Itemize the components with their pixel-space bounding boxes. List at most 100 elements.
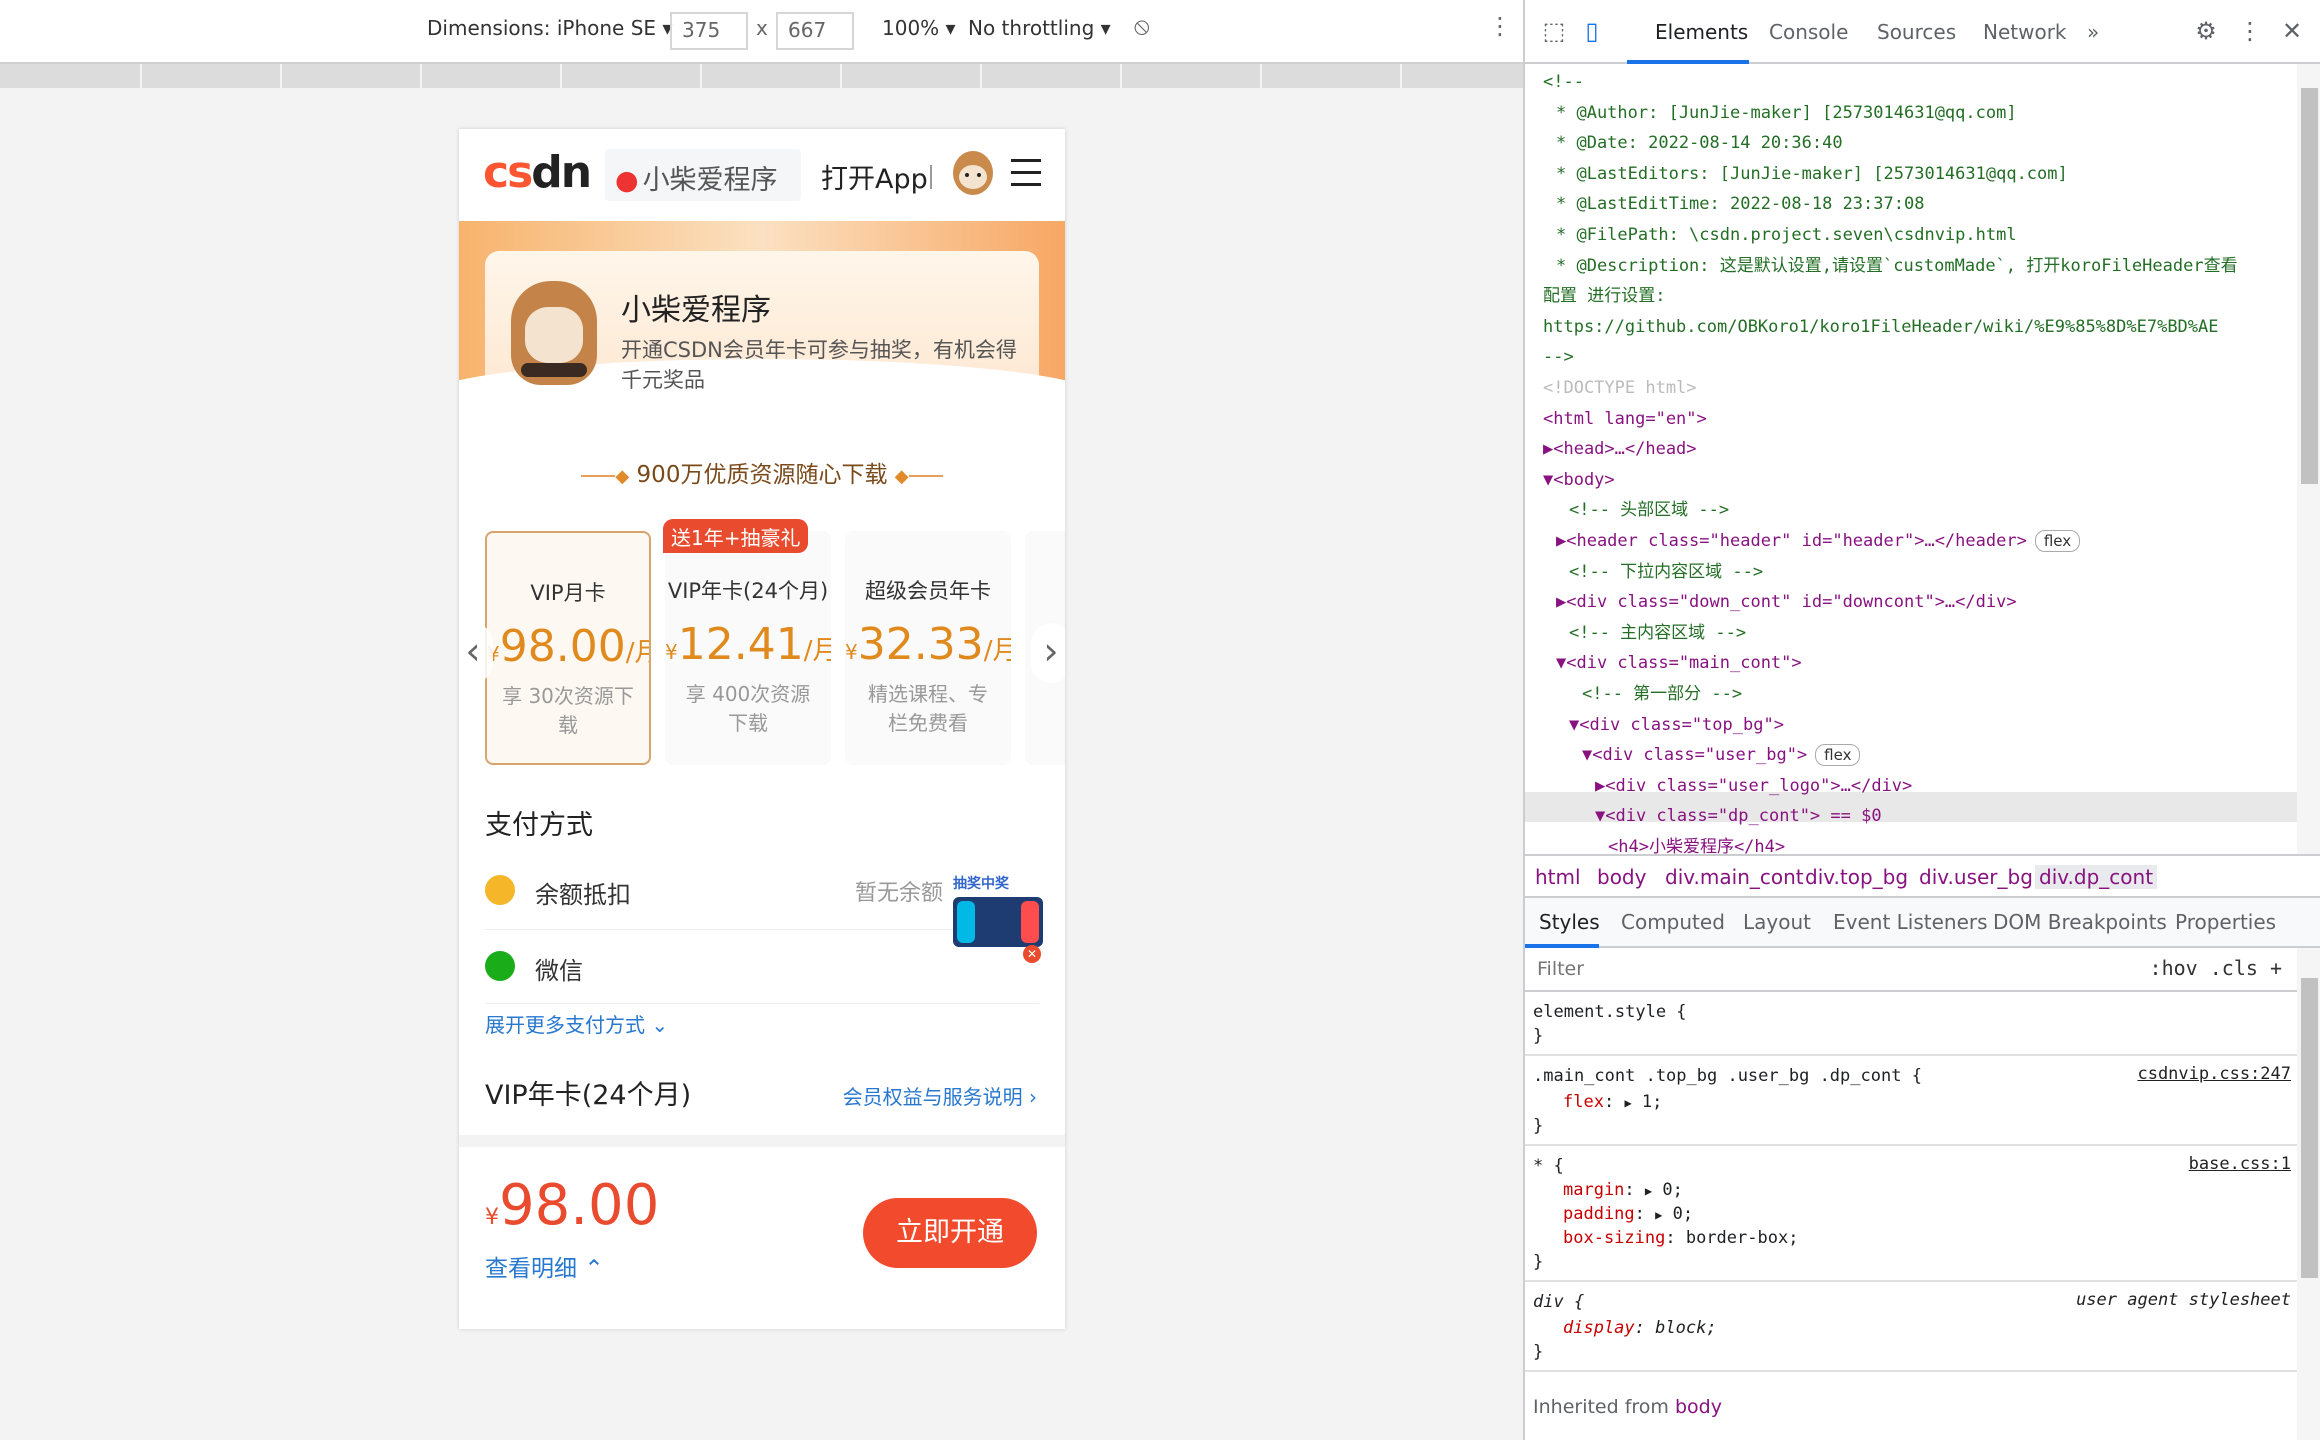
dom-node-line[interactable]: <!DOCTYPE html> xyxy=(1543,376,1697,400)
currency: ¥ xyxy=(845,640,858,664)
dom-node-line[interactable]: * @LastEditors: [JunJie-maker] [25730146… xyxy=(1556,162,2068,186)
filter-tools[interactable]: :hov .cls + xyxy=(2150,956,2282,980)
view-detail-link[interactable]: 查看明细 ⌃ xyxy=(485,1249,604,1283)
rule2-declaration-box-sizing[interactable]: box-sizing: border-box; xyxy=(1563,1226,1798,1250)
throttling-select[interactable]: No throttling ▾ xyxy=(968,16,1111,40)
dom-node-line[interactable]: ▶<header class="header" id="header">…</h… xyxy=(1556,529,2081,553)
plan-card-monthly[interactable]: VIP月卡 ¥98.00/月 享 30次资源下载 xyxy=(485,531,651,765)
breadcrumb-item[interactable]: div.top_bg xyxy=(1805,865,1908,889)
rule1-declaration[interactable]: flex: ▶ 1; xyxy=(1563,1090,1662,1115)
open-now-button[interactable]: 立即开通 xyxy=(863,1198,1037,1268)
chevron-right-icon[interactable]: › xyxy=(1031,623,1065,683)
dom-node-line[interactable]: ▶<div class="user_logo">…</div> xyxy=(1595,774,1912,798)
dom-node-line[interactable]: --> xyxy=(1543,345,1574,369)
close-icon[interactable]: ✕ xyxy=(1023,945,1041,963)
breadcrumb-item[interactable]: div.dp_cont xyxy=(2035,865,2158,889)
phone-viewport: csdn ● 小柴爱程序 打开App 小柴爱程序 开通CSDN会员年卡可参与抽奖，… xyxy=(459,129,1065,1329)
dom-node-line[interactable]: <html lang="en"> xyxy=(1543,407,1707,431)
dom-node-line[interactable]: * @FilePath: \csdn.project.seven\csdnvip… xyxy=(1556,223,2017,247)
dom-node-line[interactable]: ▼<body> xyxy=(1543,468,1615,492)
dom-node-line[interactable]: * @Description: 这是默认设置,请设置`customMade`, … xyxy=(1556,254,2238,278)
more-pay-link[interactable]: 展开更多支付方式 ⌄ xyxy=(485,1009,668,1038)
plan-desc: 享 30次资源下载 xyxy=(502,684,634,737)
dom-node-line[interactable]: <!-- 主内容区域 --> xyxy=(1569,621,1746,645)
scroll-thumb[interactable] xyxy=(2301,978,2318,1278)
more-tabs-button[interactable]: » xyxy=(2087,20,2099,44)
filter-input[interactable]: Filter xyxy=(1537,958,1584,980)
flex-badge[interactable]: flex xyxy=(2034,530,2081,552)
inherited-tag[interactable]: body xyxy=(1675,1396,1722,1418)
dom-node-line[interactable]: <!-- 头部区域 --> xyxy=(1569,498,1729,522)
expand-triangle-icon: ▶ xyxy=(1655,1208,1663,1222)
chevron-up-icon: ⌃ xyxy=(584,1256,604,1282)
plan-card-yearly[interactable]: VIP年卡(24个月) ¥12.41/月 享 400次资源下载 xyxy=(665,531,831,765)
dom-node-line[interactable]: <!-- xyxy=(1543,70,1584,94)
rule-separator xyxy=(1525,1054,2297,1056)
close-icon[interactable]: ✕ xyxy=(2277,16,2307,46)
dom-node-line[interactable]: 配置 进行设置: xyxy=(1543,284,1665,308)
open-app-link[interactable]: 打开App xyxy=(821,157,928,196)
breadcrumb-item[interactable]: body xyxy=(1597,865,1646,889)
scroll-thumb[interactable] xyxy=(2301,88,2318,484)
tab-console[interactable]: Console xyxy=(1769,20,1848,44)
gear-icon[interactable]: ⚙ xyxy=(2191,16,2221,46)
dom-scrollbar[interactable] xyxy=(2297,64,2320,854)
dom-node-line[interactable]: ▶<div class="down_cont" id="downcont">…<… xyxy=(1556,590,2017,614)
height-input[interactable]: 667 xyxy=(776,12,854,50)
dom-node-line[interactable]: <h4>小柴爱程序</h4> xyxy=(1608,835,1785,854)
dom-node-text: https://github.com/OBKoro1/koro1FileHead… xyxy=(1543,316,2219,337)
rule2-source-link[interactable]: base.css:1 xyxy=(2189,1154,2291,1174)
dom-node-line[interactable]: * @LastEditTime: 2022-08-18 23:37:08 xyxy=(1556,192,1924,216)
dom-node-line[interactable]: * @Date: 2022-08-14 20:36:40 xyxy=(1556,131,1843,155)
slogan: ◆ 900万优质资源随心下载 ◆ xyxy=(459,455,1065,489)
chevron-left-icon[interactable]: ‹ xyxy=(459,623,493,683)
tab-network[interactable]: Network xyxy=(1983,20,2067,44)
device-dimensions-select[interactable]: Dimensions: iPhone SE ▾ xyxy=(427,16,672,40)
hamburger-menu-icon[interactable] xyxy=(1011,159,1041,187)
floating-ad[interactable]: 抽奖中奖 ✕ xyxy=(953,869,1045,963)
inspect-icon[interactable]: ⬚ xyxy=(1539,16,1569,46)
style-tab[interactable]: DOM Breakpoints xyxy=(1993,910,2167,934)
breadcrumb-item[interactable]: div.user_bg xyxy=(1919,865,2033,889)
zoom-select[interactable]: 100% ▾ xyxy=(882,16,956,40)
style-tab[interactable]: Styles xyxy=(1539,910,1600,934)
benefit-link[interactable]: 会员权益与服务说明 › xyxy=(843,1081,1037,1110)
rule2-declaration-padding[interactable]: padding: ▶ 0; xyxy=(1563,1202,1693,1227)
price-value: 32.33 xyxy=(857,619,984,670)
style-tab[interactable]: Layout xyxy=(1743,910,1811,934)
flex-badge[interactable]: flex xyxy=(1815,744,1861,767)
more-vertical-icon[interactable]: ⋮ xyxy=(1488,12,1512,40)
avatar[interactable] xyxy=(953,151,993,195)
breadcrumb-item[interactable]: div.main_cont xyxy=(1665,865,1804,889)
style-tab[interactable]: Computed xyxy=(1621,910,1725,934)
plan-card-super[interactable]: 超级会员年卡 ¥32.33/月 精选课程、专栏免费看 xyxy=(845,531,1011,765)
dom-node-line[interactable]: ▼<div class="main_cont"> xyxy=(1556,651,1802,675)
style-tab[interactable]: Properties xyxy=(2175,910,2276,934)
rule1-source-link[interactable]: csdnvip.css:247 xyxy=(2137,1064,2291,1084)
rule2-declaration-margin[interactable]: margin: ▶ 0; xyxy=(1563,1178,1683,1203)
section-divider xyxy=(459,1135,1065,1147)
dom-node-line[interactable]: https://github.com/OBKoro1/koro1FileHead… xyxy=(1543,315,2219,339)
breadcrumb-item[interactable]: html xyxy=(1535,865,1581,889)
dom-node-line[interactable]: <!-- 第一部分 --> xyxy=(1582,682,1742,706)
tab-sources[interactable]: Sources xyxy=(1877,20,1956,44)
rotate-icon[interactable]: ⦸ xyxy=(1134,12,1150,40)
dom-node-text: ▼<div class="dp_cont"> == $0 xyxy=(1595,806,1882,827)
divider xyxy=(485,1003,1039,1004)
styles-filter: Filter :hov .cls + xyxy=(1525,948,2320,992)
search-bar[interactable]: ● 小柴爱程序 xyxy=(605,149,801,201)
dom-node-line[interactable]: ▶<head>…</head> xyxy=(1543,437,1697,461)
more-vertical-icon[interactable]: ⋮ xyxy=(2235,16,2265,46)
styles-scrollbar[interactable] xyxy=(2297,948,2320,1440)
dom-node-line[interactable]: ▼<div class="user_bg"> flex xyxy=(1582,743,1861,767)
width-input[interactable]: 375 xyxy=(670,12,748,50)
tab-elements[interactable]: Elements xyxy=(1655,20,1748,44)
dom-node-line[interactable]: <!-- 下拉内容区域 --> xyxy=(1569,560,1763,584)
dom-node-line[interactable]: ▼<div class="top_bg"> xyxy=(1569,713,1784,737)
csdn-logo[interactable]: csdn xyxy=(483,147,592,198)
dom-node-line[interactable]: ▼<div class="dp_cont"> == $0 xyxy=(1595,804,1882,828)
coin-icon xyxy=(485,875,515,905)
device-toggle-icon[interactable]: ▯ xyxy=(1577,16,1607,46)
dom-node-line[interactable]: * @Author: [JunJie-maker] [2573014631@qq… xyxy=(1556,101,2017,125)
style-tab[interactable]: Event Listeners xyxy=(1833,910,1988,934)
